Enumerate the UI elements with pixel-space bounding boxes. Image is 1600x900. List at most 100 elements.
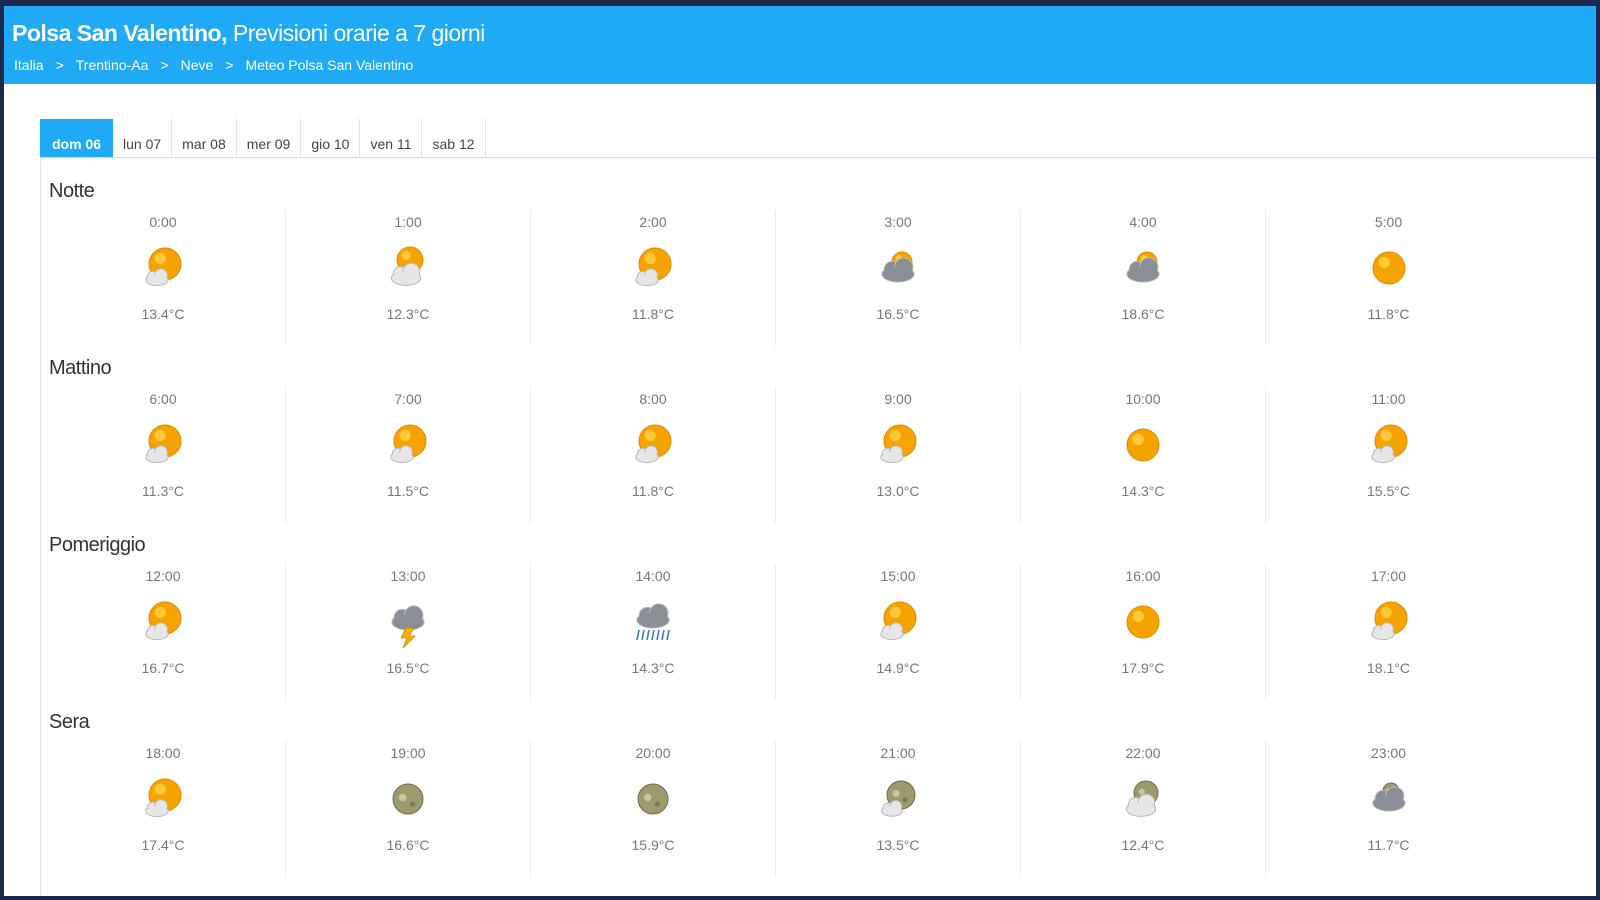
- hour-temperature: 14.3°C: [1121, 483, 1165, 499]
- hour-time: 18:00: [145, 745, 181, 761]
- hour-slot[interactable]: 9:00 13.0°C: [776, 387, 1021, 523]
- tab-day-11[interactable]: ven 11: [360, 119, 423, 157]
- hour-temperature: 11.5°C: [387, 483, 429, 499]
- sun-cloud-icon: [1370, 601, 1407, 641]
- hour-time: 19:00: [390, 745, 426, 761]
- hour-time: 12:00: [145, 568, 181, 584]
- hour-temperature: 11.8°C: [1367, 306, 1410, 322]
- hour-slot[interactable]: 10:00 14.3°C: [1021, 387, 1266, 523]
- page-frame: Polsa San Valentino, Previsioni orarie a…: [0, 0, 1600, 900]
- cloudy-sun-icon: [1126, 251, 1160, 283]
- breadcrumb-separator: >: [55, 57, 64, 73]
- hour-temperature: 12.3°C: [386, 306, 430, 322]
- sun-cloud-icon: [635, 247, 672, 287]
- hour-slot[interactable]: 7:00 11.5°C: [286, 387, 531, 523]
- hour-temperature: 12.4°C: [1121, 837, 1165, 853]
- tab-day-06[interactable]: dom 06: [40, 119, 114, 157]
- hour-time: 4:00: [1129, 214, 1157, 230]
- hour-time: 7:00: [394, 391, 422, 407]
- sun-cloud-icon: [145, 601, 182, 641]
- place-name: Polsa San Valentino,: [12, 20, 227, 46]
- hour-slot[interactable]: 8:00 11.8°C: [531, 387, 776, 523]
- hour-temperature: 16.7°C: [141, 660, 185, 676]
- period-section: Mattino 6:00 11.3°C 7:00 11.5°C 8:00 11.8°C 9:0…: [41, 335, 1600, 523]
- hour-slot[interactable]: 18:00 17.4°C: [41, 741, 286, 877]
- hour-slot[interactable]: 1:00 12.3°C: [286, 210, 531, 346]
- breadcrumb-item-current[interactable]: Meteo Polsa San Valentino: [245, 57, 413, 73]
- hour-slot[interactable]: 4:00 18.6°C: [1021, 210, 1266, 346]
- sun-cloud-icon: [390, 424, 427, 464]
- period-label: Notte: [49, 180, 95, 202]
- hour-slot[interactable]: 14:00 14.3°C: [531, 564, 776, 700]
- sun-cloud-icon: [635, 424, 672, 464]
- thunderstorm-icon: [391, 605, 425, 648]
- hour-temperature: 15.9°C: [631, 837, 675, 853]
- hour-slot[interactable]: 12:00 16.7°C: [41, 564, 286, 700]
- hour-temperature: 18.1°C: [1367, 660, 1410, 676]
- hour-temperature: 16.6°C: [386, 837, 430, 853]
- hour-time: 0:00: [149, 214, 177, 230]
- hour-time: 11:00: [1371, 391, 1406, 407]
- hour-slot[interactable]: 21:00 13.5°C: [776, 741, 1021, 877]
- hour-slot[interactable]: 0:00 13.4°C: [41, 210, 286, 346]
- hourly-forecast: Notte 0:00 13.4°C 1:00 12.3°C 2:00 11.8°C 3:00 1…: [40, 158, 1600, 896]
- hour-time: 17:00: [1370, 568, 1407, 584]
- sun-icon: [1126, 605, 1160, 639]
- period-section: Notte 0:00 13.4°C 1:00 12.3°C 2:00 11.8°C 3:00 1…: [41, 158, 1600, 346]
- hour-slot[interactable]: 22:00 12.4°C: [1021, 741, 1266, 877]
- hour-slot[interactable]: 15:00 14.9°C: [776, 564, 1021, 700]
- moon-icon: [392, 783, 424, 815]
- tab-day-10[interactable]: gio 10: [301, 119, 361, 157]
- hour-temperature: 13.0°C: [876, 483, 920, 499]
- hourly-slots: 12:00 16.7°C 13:00 16.5°C 14:00 14.3°C 15:00 14…: [41, 564, 1511, 700]
- tab-day-07[interactable]: lun 07: [113, 119, 173, 157]
- hour-temperature: 13.4°C: [141, 306, 185, 322]
- hour-slot[interactable]: 19:00 16.6°C: [286, 741, 531, 877]
- page-title: Polsa San Valentino, Previsioni orarie a…: [12, 20, 485, 47]
- hour-time: 1:00: [394, 214, 422, 230]
- hour-time: 9:00: [884, 391, 912, 407]
- tab-day-09[interactable]: mer 09: [237, 119, 302, 157]
- hour-time: 5:00: [1374, 214, 1403, 230]
- cloudy-sun-icon: [881, 251, 915, 283]
- hour-temperature: 11.7°C: [1367, 837, 1410, 853]
- hour-slot[interactable]: 13:00 16.5°C: [286, 564, 531, 700]
- cloudy-moon-icon: [1371, 782, 1406, 812]
- hour-temperature: 17.9°C: [1121, 660, 1165, 676]
- sun-cloud-icon: [880, 601, 917, 641]
- sun-cloud-icon: [145, 247, 182, 287]
- sun-icon: [1372, 251, 1405, 285]
- sun-cloud-icon: [145, 778, 182, 818]
- moon-icon: [637, 783, 669, 815]
- hour-slot[interactable]: 3:00 16.5°C: [776, 210, 1021, 346]
- hour-temperature: 17.4°C: [141, 837, 185, 853]
- hour-temperature: 14.9°C: [876, 660, 920, 676]
- breadcrumb-item-italia[interactable]: Italia: [14, 57, 44, 73]
- hour-slot[interactable]: 2:00 11.8°C: [531, 210, 776, 346]
- tab-day-08[interactable]: mar 08: [172, 119, 237, 157]
- hour-time: 6:00: [149, 391, 177, 407]
- hour-slot[interactable]: 16:00 17.9°C: [1021, 564, 1266, 700]
- hour-slot[interactable]: 17:00 18.1°C: [1266, 564, 1511, 700]
- hour-slot[interactable]: 11:00 15.5°C: [1266, 387, 1511, 523]
- hour-slot[interactable]: 23:00 11.7°C: [1266, 741, 1511, 877]
- hour-time: 20:00: [635, 745, 671, 761]
- hour-temperature: 15.5°C: [1367, 483, 1410, 499]
- tab-day-12[interactable]: sab 12: [422, 119, 486, 157]
- moon-clouds-icon: [1125, 780, 1159, 817]
- breadcrumb-separator: >: [160, 57, 169, 73]
- day-tabs: dom 06 lun 07 mar 08 mer 09 gio 10 ven 1…: [40, 119, 486, 157]
- hour-slot[interactable]: 20:00 15.9°C: [531, 741, 776, 877]
- hour-slot[interactable]: 5:00 11.8°C: [1266, 210, 1511, 346]
- sun-cloud-icon: [1370, 424, 1407, 464]
- page-subtitle: Previsioni orarie a 7 giorni: [226, 20, 485, 46]
- breadcrumb: Italia > Trentino-Aa > Neve > Meteo Pols…: [14, 57, 413, 73]
- breadcrumb-item-region[interactable]: Trentino-Aa: [76, 57, 149, 73]
- breadcrumb-item-neve[interactable]: Neve: [181, 57, 214, 73]
- hour-temperature: 11.8°C: [632, 306, 674, 322]
- hourly-slots: 0:00 13.4°C 1:00 12.3°C 2:00 11.8°C 3:00 16.5°C…: [41, 210, 1511, 346]
- hour-temperature: 11.8°C: [632, 483, 674, 499]
- hour-temperature: 11.3°C: [142, 483, 184, 499]
- hour-slot[interactable]: 6:00 11.3°C: [41, 387, 286, 523]
- sun-clouds-icon: [390, 246, 424, 286]
